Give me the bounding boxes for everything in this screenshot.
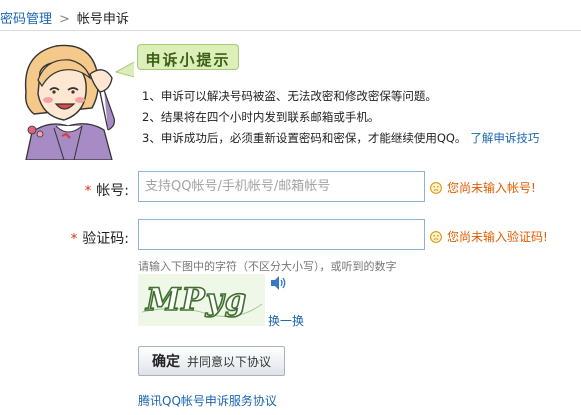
captcha-warning: 您尚未输入验证码! [430,228,548,245]
refresh-captcha-link[interactable]: 换一换 [268,312,304,329]
required-mark: * [70,232,78,247]
account-input[interactable] [138,171,425,202]
header-divider [0,30,581,31]
tips-list: 1、申诉可以解决号码被盗、无法改密和修改密保等问题。 2、结果将在四个小时内发到… [142,86,539,149]
confirm-button[interactable]: 确定 并同意以下协议 [138,346,285,376]
speaker-icon[interactable] [268,273,288,293]
captcha-input[interactable] [138,219,425,250]
sad-face-icon [430,230,442,243]
cartoon-girl-illustration [24,44,134,160]
required-mark: * [84,184,92,199]
tip-item-3-text: 3、申诉成功后，必须重新设置密码和密保，才能继续使用QQ。 [142,131,467,145]
sad-face-icon [430,181,442,194]
breadcrumb: 密码管理 > 帐号申诉 [0,8,129,27]
tip-item-3: 3、申诉成功后，必须重新设置密码和密保，才能继续使用QQ。 了解申诉技巧 [142,128,539,149]
breadcrumb-separator: > [59,12,70,27]
breadcrumb-current: 帐号申诉 [76,12,129,27]
captcha-label-row: * 验证码: [71,228,129,248]
tips-title: 申诉小提示 [145,51,231,69]
confirm-button-label: 确定 [151,354,180,370]
captcha-label: 验证码: [82,231,129,247]
service-agreement-link[interactable]: 腾讯QQ帐号申诉服务协议 [138,392,277,409]
captcha-hint: 请输入下图中的字符（不区分大小写），或听到的数字 [138,260,397,273]
captcha-text: MPyg [145,282,247,318]
appeal-tips-link[interactable]: 了解申诉技巧 [470,131,539,145]
captcha-graphic: MPyg [141,281,263,319]
tips-title-box: 申诉小提示 [137,44,239,70]
tip-item-2: 2、结果将在四个小时内发到联系邮箱或手机。 [142,110,380,124]
captcha-image: MPyg [138,274,265,326]
account-warning-text: 您尚未输入帐号! [447,181,536,195]
account-label-row: * 帐号: [85,180,129,200]
account-warning: 您尚未输入帐号! [430,179,536,196]
confirm-button-sublabel: 并同意以下协议 [186,354,271,369]
breadcrumb-password-management[interactable]: 密码管理 [0,12,52,27]
captcha-warning-text: 您尚未输入验证码! [447,230,548,244]
account-label: 帐号: [96,183,129,199]
tip-item-1: 1、申诉可以解决号码被盗、无法改密和修改密保等问题。 [142,89,437,103]
